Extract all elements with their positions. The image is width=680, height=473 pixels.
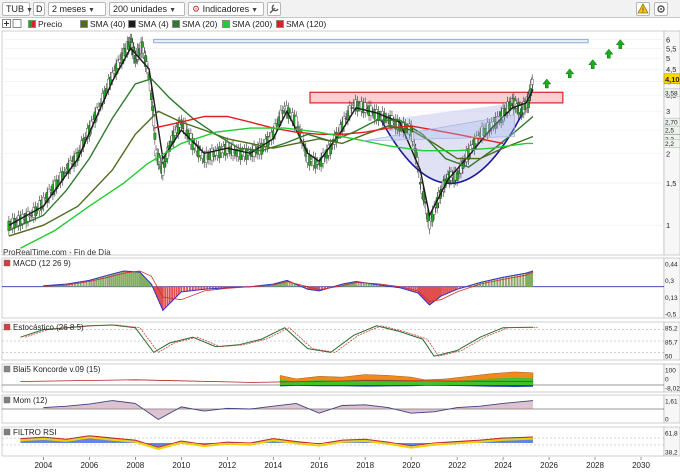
x-tick-label: 2012 bbox=[218, 461, 236, 470]
y-tick-label: 61,8 bbox=[665, 431, 678, 438]
indicator-title: Blai5 Koncorde v.09 (15) bbox=[13, 365, 101, 374]
candle-body bbox=[350, 107, 354, 109]
indicator-title: FILTRO RSI bbox=[13, 428, 56, 437]
candle-body bbox=[281, 110, 285, 114]
x-tick-label: 2004 bbox=[34, 461, 52, 470]
y-tick-label: 0,3 bbox=[665, 278, 674, 285]
y-tick-label: 1,61 bbox=[665, 399, 678, 406]
indicator-icon bbox=[3, 365, 11, 373]
indicator-title: Mom (12) bbox=[13, 396, 48, 405]
y-tick-label: 100 bbox=[665, 368, 676, 375]
x-tick-label: 2008 bbox=[126, 461, 144, 470]
candle-body bbox=[412, 143, 416, 146]
candle-body bbox=[163, 161, 166, 168]
y-tick-label: 6 bbox=[666, 35, 670, 44]
x-tick-label: 2030 bbox=[632, 461, 650, 470]
candle-body bbox=[150, 93, 153, 100]
indicator-icon bbox=[3, 428, 11, 436]
indicator-icon bbox=[3, 323, 11, 331]
y-tick-label: 5 bbox=[666, 54, 670, 63]
value-tag-label: 2,5 bbox=[665, 128, 674, 135]
candle-body bbox=[151, 105, 154, 111]
x-tick-label: 2018 bbox=[356, 461, 374, 470]
indicator-icon bbox=[3, 396, 11, 404]
y-tick-label: 85,7 bbox=[665, 340, 678, 347]
x-tick-label: 2026 bbox=[540, 461, 558, 470]
candle-body bbox=[296, 126, 300, 129]
y-tick-label: 38,2 bbox=[665, 450, 678, 457]
candle-body bbox=[294, 116, 298, 128]
target-zone bbox=[153, 38, 589, 44]
value-tag-label: 2,70 bbox=[665, 120, 678, 127]
y-tick-label: 0,13 bbox=[665, 295, 678, 302]
y-tick-label: 85,2 bbox=[665, 326, 678, 333]
last-price-label: 4,10 bbox=[665, 75, 680, 84]
x-tick-label: 2024 bbox=[494, 461, 512, 470]
x-tick-label: 2014 bbox=[264, 461, 282, 470]
candle-body bbox=[153, 132, 157, 140]
y-tick-label: 2 bbox=[666, 149, 670, 158]
chart-canvas[interactable]: 65,554,543,532,521,513,582,702,52,32,24,… bbox=[0, 0, 680, 473]
y-tick-label: 5,5 bbox=[666, 44, 676, 53]
x-tick-label: 2020 bbox=[402, 461, 420, 470]
panel-frame bbox=[1, 257, 665, 319]
x-axis-strip bbox=[2, 457, 664, 471]
y-tick-label: 0,44 bbox=[665, 262, 678, 269]
y-tick-label: 50 bbox=[665, 354, 673, 361]
indicator-title: Estocástico (26 8 5) bbox=[13, 323, 84, 332]
value-tag-label: 2,2 bbox=[665, 141, 674, 148]
panel-frame bbox=[1, 321, 665, 361]
indicator-icon bbox=[3, 259, 11, 267]
y-tick-label: 4,5 bbox=[666, 65, 676, 74]
y-tick-label: 1 bbox=[666, 221, 670, 230]
y-tick-label: 0 bbox=[665, 417, 669, 424]
y-tick-label: -8,02 bbox=[665, 386, 680, 393]
y-tick-label: 1,5 bbox=[666, 179, 676, 188]
watermark: ProRealTime.com - Fin de Día bbox=[3, 248, 111, 257]
candle-body bbox=[63, 171, 66, 174]
x-tick-label: 2016 bbox=[310, 461, 328, 470]
x-tick-label: 2028 bbox=[586, 461, 604, 470]
x-tick-label: 2006 bbox=[80, 461, 98, 470]
y-tick-label: -0,5 bbox=[665, 312, 677, 319]
y-tick-label: 0 bbox=[665, 377, 669, 384]
candle-body bbox=[417, 171, 421, 173]
candle-body bbox=[428, 220, 431, 230]
value-tag-label: 3,58 bbox=[665, 90, 678, 97]
x-tick-label: 2022 bbox=[448, 461, 466, 470]
y-tick-label: 3 bbox=[666, 107, 670, 116]
x-tick-label: 2010 bbox=[172, 461, 190, 470]
indicator-title: MACD (12 26 9) bbox=[13, 259, 71, 268]
candle-body bbox=[530, 79, 534, 85]
candle-body bbox=[7, 220, 11, 231]
candle-body bbox=[455, 172, 459, 181]
candle-body bbox=[423, 201, 427, 204]
